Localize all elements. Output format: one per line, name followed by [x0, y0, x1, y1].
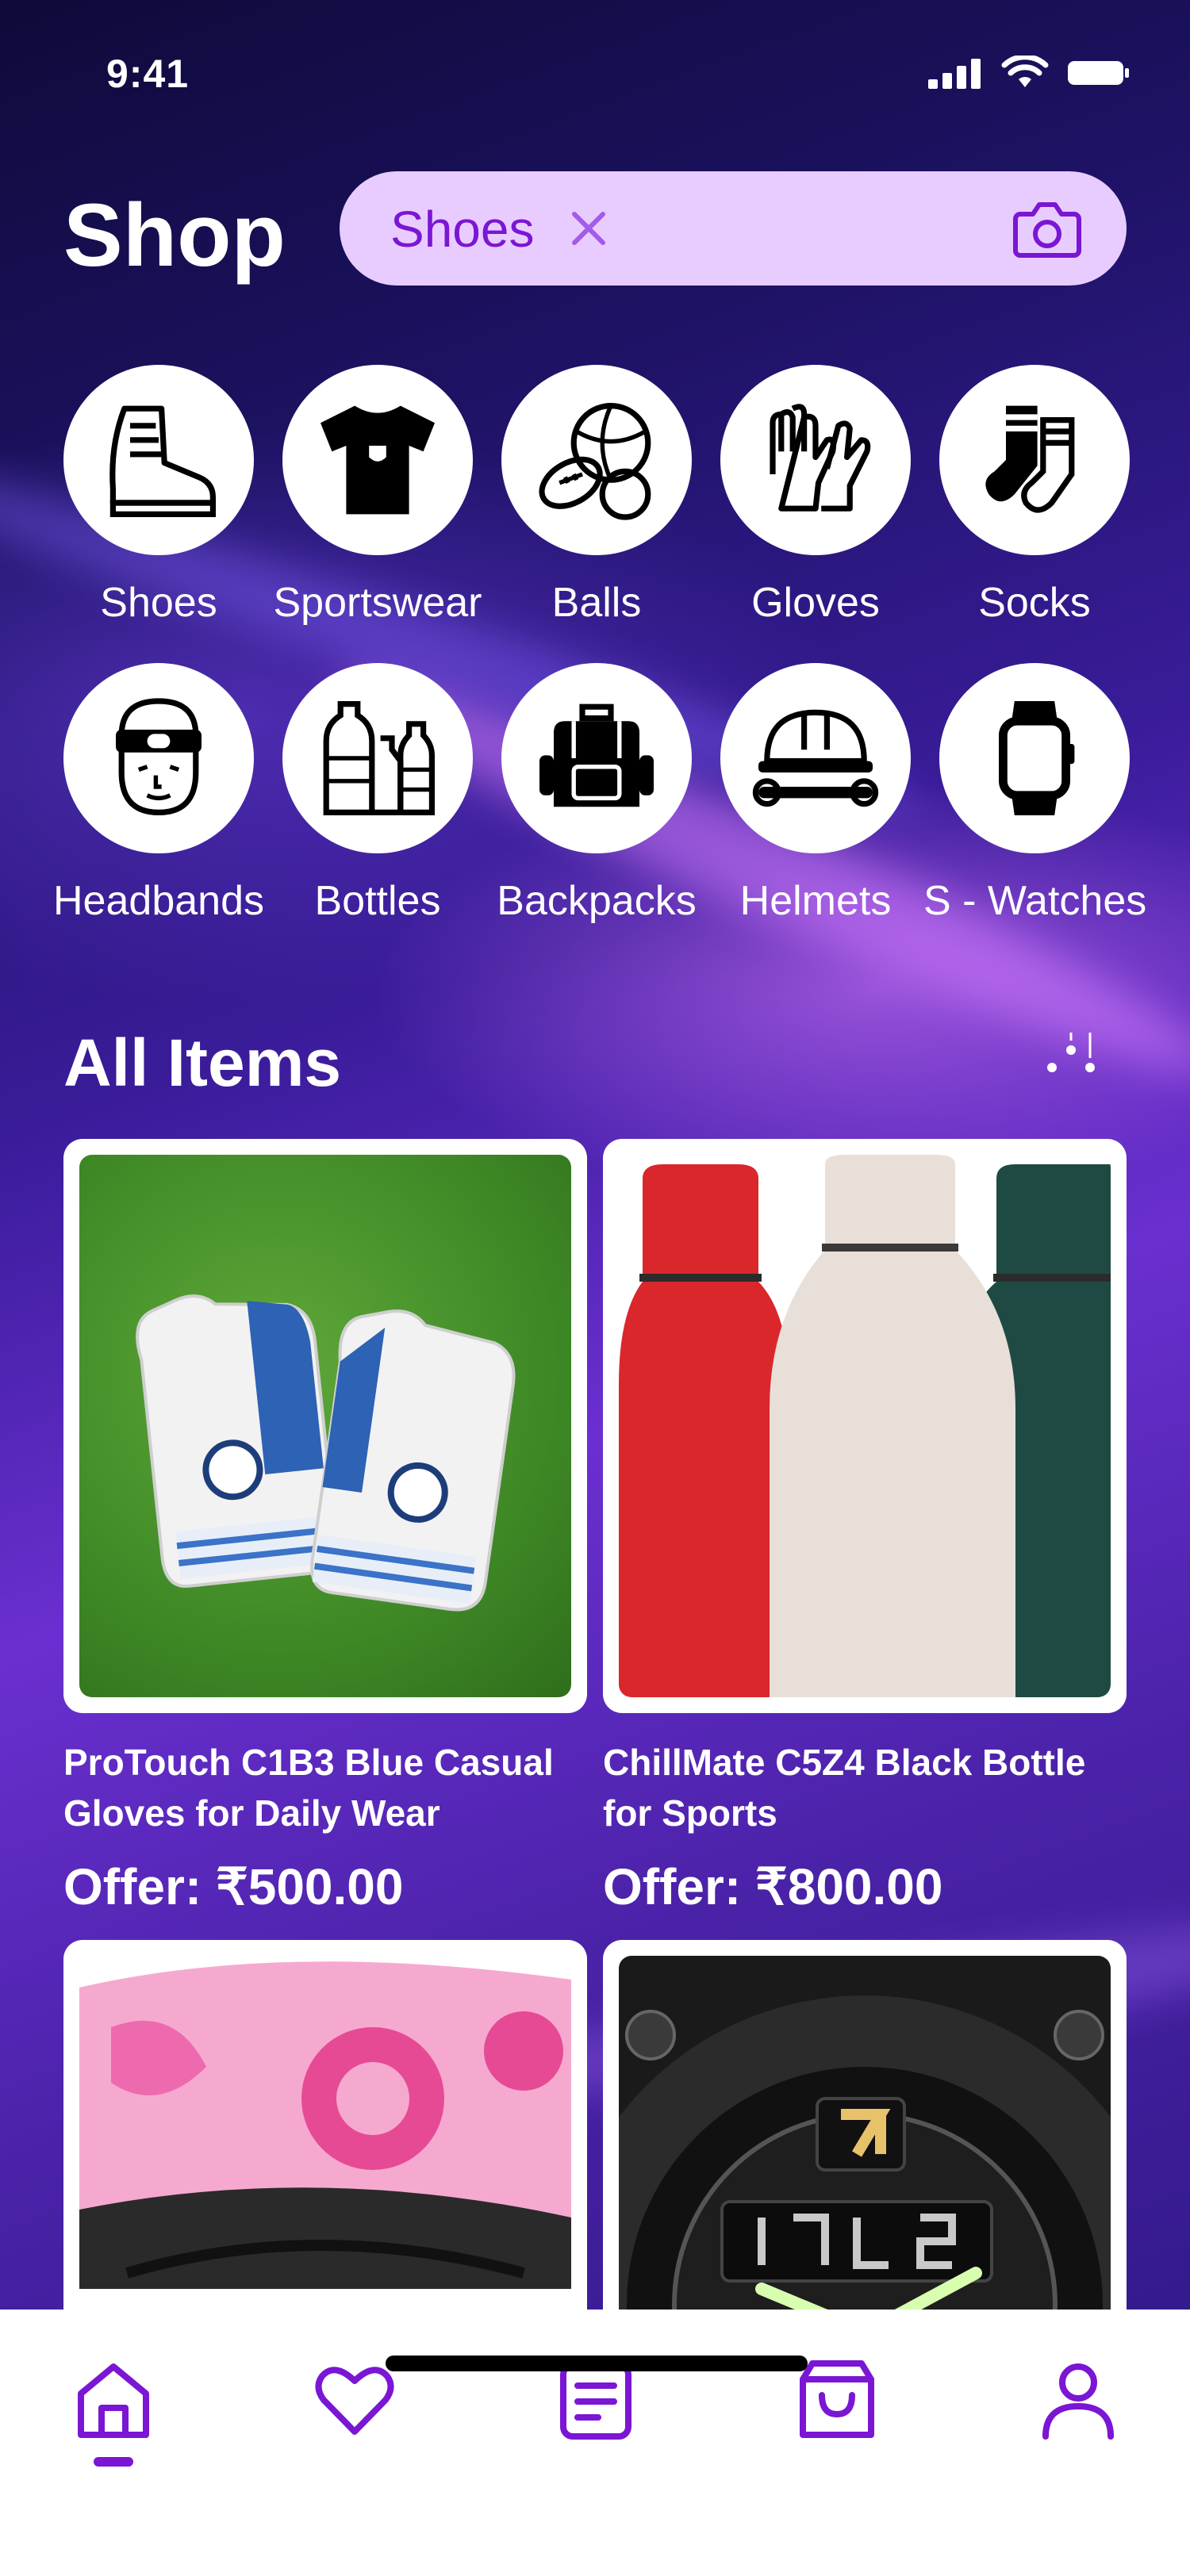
search-chip-text: Shoes [390, 201, 535, 258]
product-card[interactable]: ChillMate C5Z4 Black Bottle for Sports O… [603, 1139, 1127, 1917]
category-circle [282, 663, 473, 853]
product-image [619, 1155, 1111, 1697]
category-circle [720, 663, 911, 853]
more-options-icon[interactable] [1039, 1028, 1103, 1075]
category-sportswear[interactable]: Sportswear [267, 365, 489, 627]
category-circle [501, 663, 692, 853]
bottom-tab-bar [0, 2310, 1190, 2576]
category-circle [939, 365, 1130, 555]
category-circle [939, 663, 1130, 853]
category-label: Shoes [100, 580, 217, 626]
category-socks[interactable]: Socks [923, 365, 1146, 627]
category-backpacks[interactable]: Backpacks [486, 663, 708, 925]
all-items-title: All Items [63, 1025, 342, 1100]
product-name: ChillMate C5Z4 Black Bottle for Sports [603, 1742, 1086, 1834]
product-image [79, 1155, 571, 1697]
product-price: Offer: ₹500.00 [63, 1858, 404, 1915]
headband-icon [116, 698, 202, 816]
category-circle [63, 663, 254, 853]
product-image-frame [603, 1139, 1127, 1713]
camera-icon[interactable] [1012, 198, 1082, 259]
profile-icon[interactable] [1035, 2357, 1122, 2444]
category-label: Helmets [739, 878, 892, 924]
category-circle [282, 365, 473, 555]
watch-icon [999, 701, 1075, 815]
home-indicator[interactable] [386, 2356, 808, 2371]
active-tab-indicator [94, 2457, 133, 2467]
category-circle [501, 365, 692, 555]
category-label: S - Watches [923, 878, 1147, 924]
signal-icon [928, 59, 981, 89]
socks-icon [985, 405, 1075, 513]
battery-icon [1068, 61, 1129, 85]
bag-icon[interactable] [793, 2357, 881, 2444]
boot-icon [109, 405, 216, 517]
gloves-icon [770, 404, 871, 512]
gloves-image [136, 1294, 516, 1612]
category-shoes[interactable]: Shoes [48, 365, 270, 627]
shop-screen: 9:41 Shop Shoes Shoes Sportswear Balls G… [0, 0, 1190, 2576]
category-bottles[interactable]: Bottles [267, 663, 489, 925]
category-watches[interactable]: S - Watches [923, 663, 1146, 925]
page-title: Shop [63, 186, 286, 285]
category-label: Bottles [314, 878, 441, 924]
category-balls[interactable]: Balls [486, 365, 708, 627]
bottles-icon [323, 701, 435, 815]
category-label: Headbands [53, 878, 264, 924]
product-price: Offer: ₹800.00 [603, 1858, 943, 1915]
product-image-frame [63, 1139, 587, 1713]
category-helmets[interactable]: Helmets [704, 663, 927, 925]
category-label: Socks [978, 580, 1091, 626]
status-time: 9:41 [106, 52, 190, 96]
category-label: Backpacks [497, 878, 697, 924]
category-label: Sportswear [273, 580, 482, 626]
helmet-icon [752, 709, 879, 807]
category-gloves[interactable]: Gloves [704, 365, 927, 627]
balls-icon [539, 403, 651, 520]
jersey-icon [321, 405, 435, 515]
category-label: Balls [551, 580, 642, 626]
wifi-icon [1001, 56, 1049, 87]
close-icon[interactable] [566, 206, 611, 251]
status-icons [928, 56, 1130, 90]
heart-icon[interactable] [311, 2357, 398, 2444]
backpack-icon [539, 703, 654, 807]
status-bar: 9:41 [0, 0, 1190, 151]
search-bar[interactable]: Shoes [340, 171, 1127, 286]
category-circle [720, 365, 911, 555]
home-icon[interactable] [70, 2357, 157, 2444]
product-card[interactable]: ProTouch C1B3 Blue Casual Gloves for Dai… [63, 1139, 587, 1917]
category-label: Gloves [751, 580, 880, 626]
category-circle [63, 365, 254, 555]
product-name: ProTouch C1B3 Blue Casual Gloves for Dai… [63, 1742, 554, 1834]
category-headbands[interactable]: Headbands [48, 663, 270, 925]
bottles-image [619, 1155, 1111, 1697]
